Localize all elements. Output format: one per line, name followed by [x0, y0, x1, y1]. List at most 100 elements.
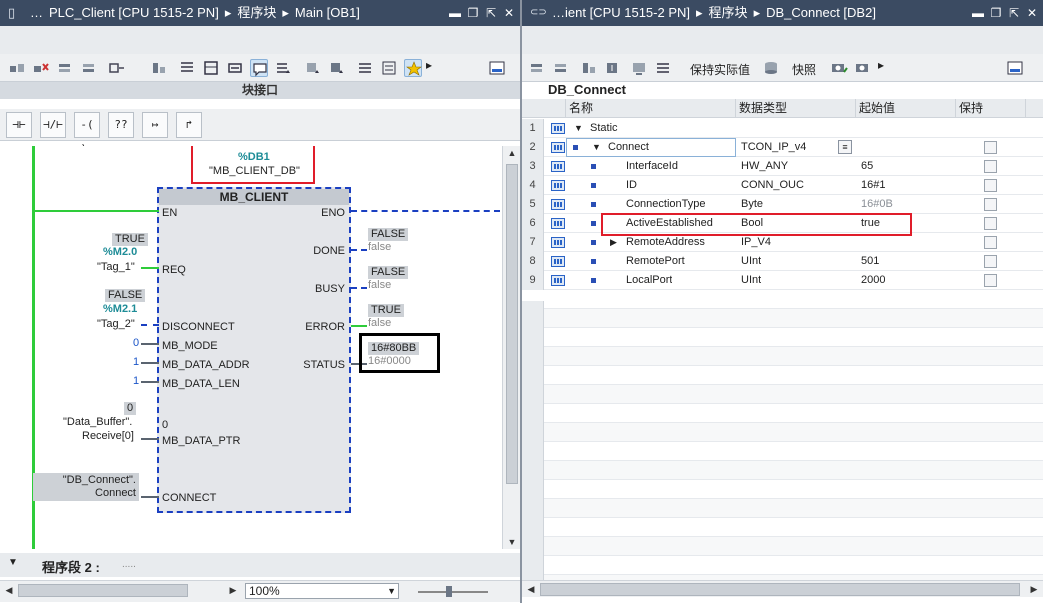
hscroll-left-icon[interactable]: ◀ — [2, 585, 16, 596]
row-start-value[interactable]: 2000 — [861, 271, 885, 290]
row-name[interactable]: LocalPort — [626, 271, 672, 290]
restore-icon[interactable]: ❐ — [466, 0, 480, 26]
insert-row-icon[interactable] — [56, 59, 74, 77]
retain-checkbox[interactable] — [984, 160, 997, 173]
network-overview-icon[interactable] — [202, 59, 220, 77]
program-status-icon[interactable] — [356, 59, 374, 77]
table-row[interactable]: 1 ▼ Static — [522, 119, 1043, 138]
copy-snapshot-icon[interactable] — [854, 59, 872, 77]
coil-button[interactable]: -( )- — [74, 112, 100, 155]
db-hscroll-thumb[interactable] — [540, 583, 1020, 596]
close-icon[interactable]: ✕ — [502, 0, 516, 26]
table-row[interactable]: 5 ConnectionType Byte 16#0B — [522, 195, 1043, 214]
row-start-value[interactable]: 16#1 — [861, 176, 885, 195]
row-data-type[interactable]: CONN_OUC — [741, 176, 804, 195]
ptr-tag-element[interactable]: Receive[0] — [82, 430, 134, 442]
db-toolbar-more-icon[interactable]: ▸ — [878, 58, 884, 72]
empty-box-button[interactable]: ?? — [108, 112, 134, 138]
req-address[interactable]: %M2.0 — [103, 246, 137, 258]
zoom-slider-handle[interactable] — [446, 586, 452, 597]
db-hscroll-left-icon[interactable]: ◀ — [524, 584, 538, 595]
db-settings-icon[interactable] — [654, 59, 672, 77]
retain-checkbox[interactable] — [984, 255, 997, 268]
minimize-icon[interactable]: ▬ — [448, 0, 462, 26]
table-row[interactable]: 4 ID CONN_OUC 16#1 — [522, 176, 1043, 195]
row-name[interactable]: ConnectionType — [626, 195, 706, 214]
mb-client-block[interactable]: MB_CLIENT EN ENO REQ DISCONNECT MB_MODE … — [157, 187, 351, 513]
add-row-db-icon[interactable] — [552, 59, 570, 77]
row-data-type[interactable]: HW_ANY — [741, 157, 788, 176]
row-data-type[interactable]: Byte — [741, 195, 763, 214]
row-data-type[interactable]: TCON_IP_v4 — [741, 138, 806, 157]
row-name[interactable]: ID — [626, 176, 637, 195]
restore-icon-right[interactable]: ❐ — [989, 0, 1003, 26]
pin-icon-right[interactable]: ⊂⊃ — [530, 0, 547, 26]
row-data-type[interactable]: UInt — [741, 271, 761, 290]
column-data-type[interactable]: 数据类型 — [736, 99, 856, 118]
snapshot-db-icon[interactable] — [762, 59, 780, 77]
float-icon[interactable]: ⇱ — [484, 0, 498, 26]
monitor-all-icon[interactable] — [630, 59, 648, 77]
mb-data-len-value[interactable]: 1 — [133, 375, 139, 387]
collapse-network-icon[interactable]: ▼ — [8, 557, 18, 568]
zoom-dropdown-icon[interactable]: ▼ — [387, 584, 396, 598]
column-retain[interactable]: 保持 — [956, 99, 1026, 118]
ptr-tag-db[interactable]: "Data_Buffer". — [63, 416, 132, 428]
pin-icon[interactable]: ▯ — [8, 0, 22, 26]
camera-icon[interactable] — [830, 59, 848, 77]
toolbar-more-icon[interactable]: ▸ — [426, 58, 432, 72]
disconnect-address[interactable]: %M2.1 — [103, 303, 137, 315]
row-name[interactable]: RemotePort — [626, 252, 685, 271]
mb-mode-value[interactable]: 0 — [133, 337, 139, 349]
scroll-down-icon[interactable]: ▼ — [505, 537, 519, 547]
insert-row-db-icon[interactable] — [528, 59, 546, 77]
done-value[interactable]: false — [368, 241, 391, 253]
connect-operand-box[interactable]: "DB_Connect". Connect — [33, 473, 139, 501]
ladder-vertical-scrollbar[interactable]: ▲ ▼ — [502, 146, 520, 549]
comments-icon[interactable] — [250, 59, 268, 77]
hscroll-right-icon[interactable]: ▶ — [226, 585, 240, 596]
retain-checkbox[interactable] — [984, 198, 997, 211]
retain-checkbox[interactable] — [984, 217, 997, 230]
collapse-all-icon[interactable] — [604, 59, 622, 77]
row-data-type[interactable]: UInt — [741, 252, 761, 271]
row-name[interactable]: InterfaceId — [626, 157, 678, 176]
go-to-error-icon[interactable] — [304, 59, 322, 77]
ladder-vscroll-thumb[interactable] — [506, 164, 518, 484]
row-start-value[interactable]: 16#0B — [861, 195, 893, 214]
float-icon-right[interactable]: ⇱ — [1007, 0, 1021, 26]
retain-checkbox[interactable] — [984, 179, 997, 192]
zoom-select[interactable]: 100% ▼ — [245, 583, 399, 599]
hscroll-thumb[interactable] — [18, 584, 188, 597]
close-branch-button[interactable]: ↱ — [176, 112, 202, 138]
table-row[interactable]: 9 LocalPort UInt 2000 — [522, 271, 1043, 290]
db-toolbar-options-icon[interactable] — [1006, 59, 1024, 77]
db-horizontal-scrollbar[interactable]: ◀ ▶ — [522, 580, 1043, 597]
network-2-comment[interactable]: ..... — [122, 559, 136, 570]
retain-checkbox[interactable] — [984, 236, 997, 249]
open-branch-button[interactable]: ↦ — [142, 112, 168, 138]
add-row-icon[interactable] — [80, 59, 98, 77]
minimize-icon-right[interactable]: ▬ — [971, 0, 985, 26]
column-name[interactable]: 名称 — [566, 99, 736, 118]
close-icon-right[interactable]: ✕ — [1025, 0, 1039, 26]
row-name[interactable]: Static — [590, 119, 618, 138]
toolbar-options-icon[interactable] — [488, 59, 506, 77]
block-interface-bar[interactable]: 块接口 — [0, 82, 520, 99]
type-picker-icon[interactable]: ≡ — [838, 140, 852, 154]
table-row[interactable]: 3 InterfaceId HW_ANY 65 — [522, 157, 1043, 176]
scroll-up-icon[interactable]: ▲ — [505, 148, 519, 158]
zoom-slider[interactable] — [418, 591, 488, 593]
snapshot-button[interactable]: 快照 — [792, 61, 816, 78]
disconnect-tag[interactable]: "Tag_2" — [97, 318, 135, 330]
goto-next-icon[interactable] — [328, 59, 346, 77]
delete-network-icon[interactable] — [32, 59, 50, 77]
table-row[interactable]: 8 RemotePort UInt 501 — [522, 252, 1043, 271]
retain-checkbox[interactable] — [984, 274, 997, 287]
insert-network-icon[interactable] — [8, 59, 26, 77]
monitor-icon[interactable] — [150, 59, 168, 77]
expand-all-icon[interactable] — [580, 59, 598, 77]
favorites-icon[interactable] — [404, 59, 422, 77]
absolute-operands-icon[interactable] — [178, 59, 196, 77]
error-value[interactable]: false — [368, 317, 391, 329]
